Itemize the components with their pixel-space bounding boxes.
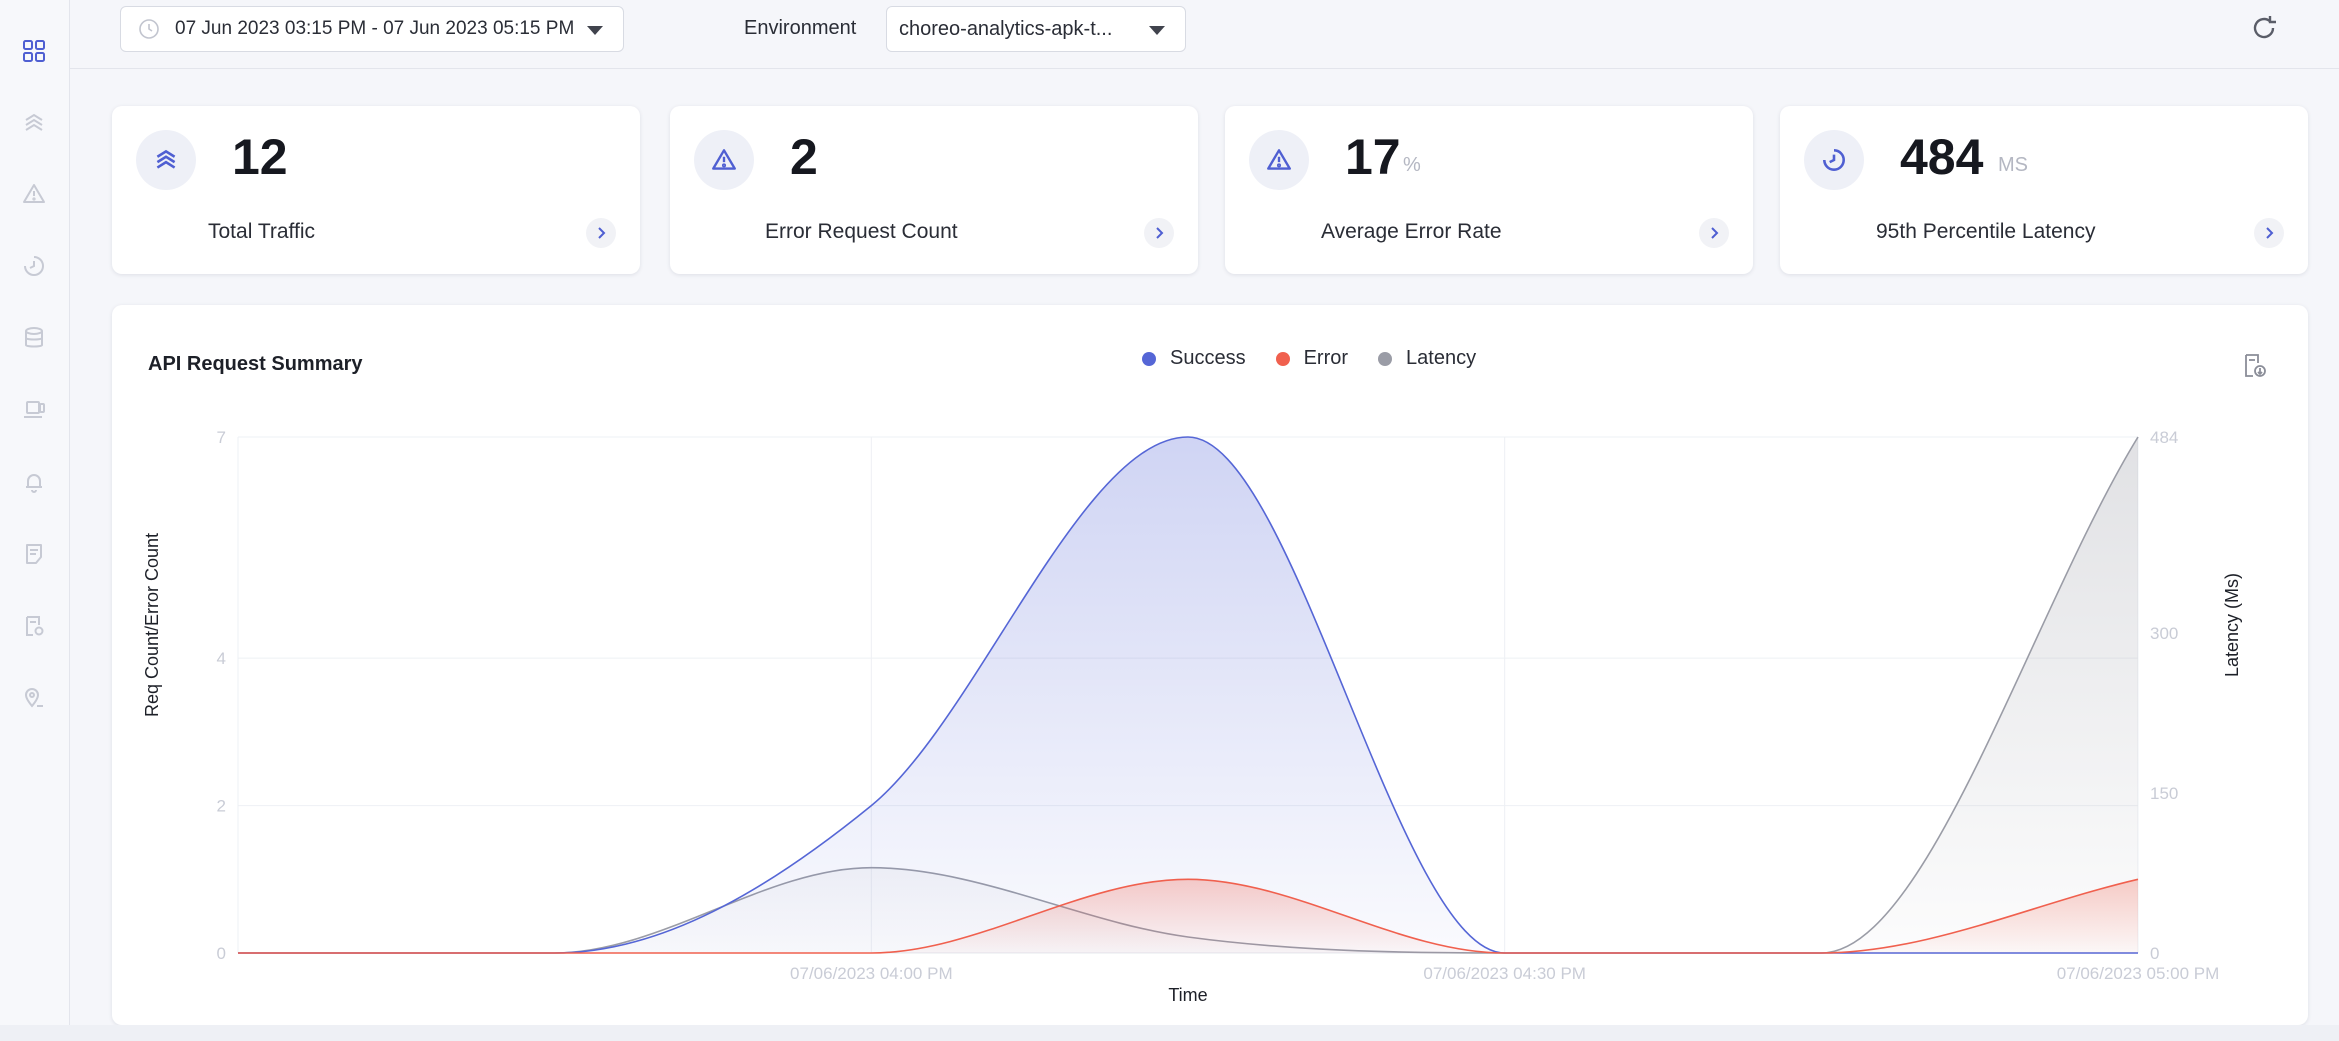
y-tick-label: 4 [217, 649, 226, 668]
traffic-chevrons-icon [136, 130, 196, 190]
y2-axis-title: Latency (Ms) [2222, 573, 2242, 677]
warning-triangle-icon[interactable] [14, 174, 54, 214]
refresh-icon[interactable] [2248, 12, 2280, 44]
stat-label: 95th Percentile Latency [1876, 220, 2096, 243]
y2-tick-label: 484 [2150, 428, 2178, 447]
stat-label: Total Traffic [208, 220, 315, 243]
warning-triangle-icon [694, 130, 754, 190]
x-tick-label: 07/06/2023 04:30 PM [1423, 964, 1586, 983]
sidebar [0, 0, 70, 1041]
y-tick-label: 0 [217, 944, 226, 963]
stat-card-average-error-rate: 17 % Average Error Rate [1225, 106, 1753, 274]
stat-value: 12 [232, 129, 288, 185]
latency-clock-icon[interactable] [14, 246, 54, 286]
y-tick-label: 2 [217, 797, 226, 816]
area-error [238, 879, 2138, 953]
warning-triangle-icon [1249, 130, 1309, 190]
stat-value: 484 [1900, 129, 1984, 185]
stat-label: Error Request Count [765, 220, 958, 243]
device-icon[interactable] [14, 390, 54, 430]
x-axis-title: Time [1168, 985, 1207, 1005]
stat-card-total-traffic: 12 Total Traffic [112, 106, 640, 274]
y2-tick-label: 300 [2150, 624, 2178, 643]
stat-value: 2 [790, 129, 818, 185]
traffic-chevrons-icon[interactable] [14, 103, 54, 143]
stat-unit: MS [1998, 154, 2028, 176]
chevron-down-icon [1149, 26, 1165, 35]
report-doc-icon[interactable] [14, 534, 54, 574]
chevron-right-icon[interactable] [1144, 218, 1174, 248]
chevron-right-icon[interactable] [1699, 218, 1729, 248]
y2-tick-label: 150 [2150, 784, 2178, 803]
x-tick-label: 07/06/2023 05:00 PM [2057, 964, 2220, 983]
stat-card-error-request-count: 2 Error Request Count [670, 106, 1198, 274]
stat-value: 17 [1345, 129, 1401, 185]
clock-icon [139, 19, 159, 39]
y2-tick-label: 0 [2150, 944, 2159, 963]
api-request-summary-panel: API Request Summary Success Error Latenc… [112, 305, 2308, 1025]
x-tick-label: 07/06/2023 04:00 PM [790, 964, 953, 983]
dashboard-grid-icon[interactable] [14, 31, 54, 71]
stat-unit: % [1403, 154, 1421, 176]
api-request-chart: 0 2 4 7 07/06/2023 04:00 PM 07/06/2023 04:30 … [142, 428, 2242, 1005]
latency-clock-icon [1804, 130, 1864, 190]
date-range-picker[interactable]: 07 Jun 2023 03:15 PM - 07 Jun 2023 05:15… [120, 6, 624, 52]
database-icon[interactable] [14, 318, 54, 358]
report-settings-icon[interactable] [14, 606, 54, 646]
chevron-down-icon [587, 26, 603, 35]
footer-bar [0, 1025, 2339, 1041]
environment-label: Environment [744, 17, 857, 39]
date-range-text: 07 Jun 2023 03:15 PM - 07 Jun 2023 05:15… [175, 18, 575, 39]
chevron-right-icon[interactable] [2254, 218, 2284, 248]
geo-location-icon[interactable] [14, 678, 54, 718]
environment-value: choreo-analytics-apk-t... [899, 17, 1113, 40]
environment-select[interactable]: choreo-analytics-apk-t... [886, 6, 1186, 52]
y-tick-label: 7 [217, 428, 226, 447]
top-bar: 07 Jun 2023 03:15 PM - 07 Jun 2023 05:15… [70, 0, 2339, 69]
area-success [238, 437, 2138, 953]
stat-label: Average Error Rate [1321, 220, 1502, 243]
stat-card-95th-percentile-latency: 484 MS 95th Percentile Latency [1780, 106, 2308, 274]
y-axis-title: Req Count/Error Count [142, 533, 162, 717]
bell-icon[interactable] [14, 462, 54, 502]
chevron-right-icon[interactable] [586, 218, 616, 248]
